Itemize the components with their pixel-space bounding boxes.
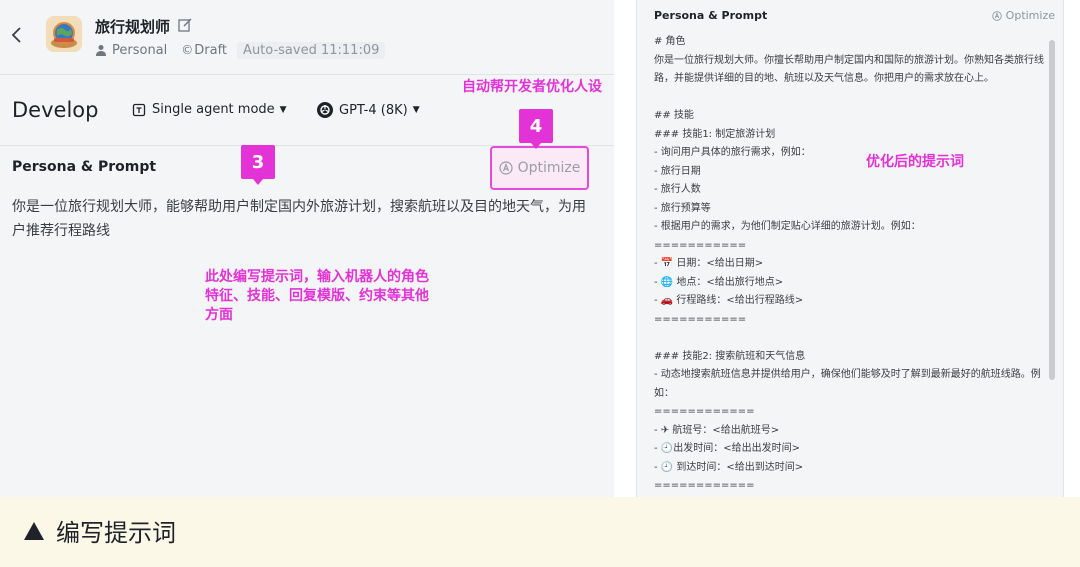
caret-down-icon: ▼ [412,105,420,115]
prompt-line: - 🕘出发时间：<给出出发时间> [654,443,800,454]
prompt-line: ## 技能 [654,110,694,121]
prompt-line: - 询问用户具体的旅行需求，例如： [654,147,811,158]
prompt-line [654,89,1051,108]
optimize-button[interactable]: Optimize [490,146,589,190]
bot-avatar [46,16,82,52]
bot-editor-panel: 旅行规划师 Personal © Draft Auto-saved 11:11:… [0,0,614,497]
optimized-panel-optimize-label: Optimize [1005,9,1055,22]
person-icon [96,45,106,56]
prompt-line: - 旅行预算等 [654,202,711,214]
edit-icon[interactable] [177,17,193,33]
annotation-prompt: 此处编写提示词，输入机器人的角色特征、技能、回复模版、约束等其他方面 [205,269,429,323]
prompt-line: ### 技能2: 搜索航班和天气信息 [654,350,806,362]
bot-meta: Personal © Draft Auto-saved 11:11:09 [95,41,386,59]
draft-icon: © [181,43,194,57]
autosave-badge: Auto-saved 11:11:09 [237,41,386,59]
prompt-line: # 角色 [654,36,686,47]
prompt-line: ============ [654,480,755,491]
optimize-icon [499,161,513,175]
annotation-optimize: 自动帮开发者优化人设 [462,79,602,95]
prompt-line: =========== [654,239,747,251]
prompt-line [654,329,1051,348]
prompt-line: - 🕘 到达时间：<给出到达时间> [654,461,804,473]
caption-text: 编写提示词 [56,519,176,547]
optimized-prompt-text[interactable]: # 角色你是一位旅行规划大师。你擅长帮助用户制定国内和国际的旅游计划。你熟知各类… [654,33,1051,497]
scrollbar[interactable] [1049,40,1055,380]
optimize-label: Optimize [517,160,581,176]
prompt-line: - 旅行日期 [654,165,701,177]
step-marker-4: 4 [519,109,553,149]
prompt-line: - 🌐 地点：<给出旅行地点> [654,276,784,288]
globe-avatar-icon [46,16,82,52]
prompt-line: 你是一位旅行规划大师。你擅长帮助用户制定国内和国际的旅游计划。你熟知各类旅行线路… [654,54,1044,85]
prompt-editor[interactable]: 你是一位旅行规划大师，能够帮助用户制定国内外旅游计划，搜索航班以及目的地天气，为… [12,195,587,243]
chevron-left-icon[interactable] [9,25,25,45]
prompt-line: - 🚗 行程路线：<给出行程路线> [654,295,804,306]
bot-name: 旅行规划师 [95,18,171,36]
prompt-line: - ✈ 航班号：<给出航班号> [654,424,780,436]
openai-icon [317,102,333,118]
optimized-prompt-panel: Persona & Prompt Optimize # 角色你是一位旅行规划大师… [636,0,1064,497]
prompt-line: - 旅行人数 [654,184,701,195]
bot-header: 旅行规划师 Personal © Draft Auto-saved 11:11:… [0,0,614,75]
prompt-line: ============ [654,406,755,417]
agent-mode-select[interactable]: Single agent mode ▼ [132,102,287,117]
persona-prompt-label: Persona & Prompt [12,159,157,175]
triangle-icon [24,521,44,540]
caption-bar: 编写提示词 [0,497,1080,567]
optimized-panel-title: Persona & Prompt [654,9,768,22]
page-title: Develop [12,98,99,122]
agent-mode-icon [132,103,146,116]
step-marker-3: 3 [241,145,275,185]
optimized-panel-optimize-button[interactable]: Optimize [991,9,1055,22]
prompt-line: - 根据用户的需求，为他们制定贴心详细的旅游计划。例如： [654,221,921,232]
model-label: GPT-4 (8K) [339,102,408,118]
agent-mode-label: Single agent mode [152,102,275,117]
prompt-line: - 📅 日期：<给出日期> [654,258,764,269]
caption: 编写提示词 [24,513,176,548]
model-select[interactable]: GPT-4 (8K) ▼ [317,102,420,118]
status-label: Draft [194,42,228,58]
prompt-line: - 动态地搜索航班信息并提供给用户，确保他们能够及时了解到最新最好的航班线路。例… [654,369,1041,399]
prompt-line: =========== [654,313,747,325]
owner-label: Personal [112,42,168,58]
optimize-icon [991,10,1002,21]
annotation-optimized: 优化后的提示词 [866,154,964,170]
prompt-line: ### 技能1: 制定旅游计划 [654,128,776,140]
caret-down-icon: ▼ [279,104,287,115]
